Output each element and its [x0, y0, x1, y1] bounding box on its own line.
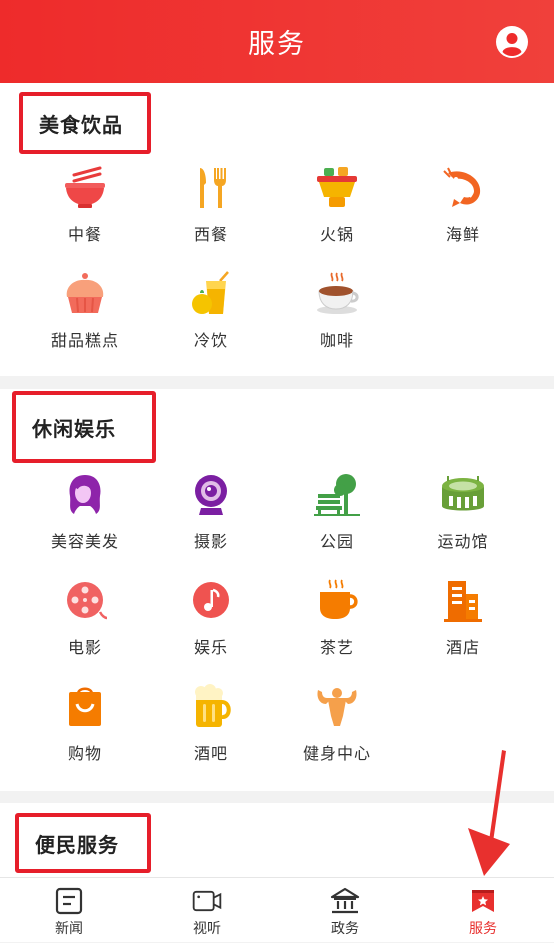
service-item-shopping[interactable]: 购物	[22, 684, 148, 764]
section-title-leisure: 休闲娱乐	[12, 391, 156, 463]
service-item-coffee[interactable]: 咖啡	[274, 271, 400, 351]
section-title-food: 美食饮品	[19, 92, 151, 154]
service-item-hotpot[interactable]: 火锅	[274, 165, 400, 245]
tea-cup-icon	[320, 579, 358, 619]
tab-label: 视听	[193, 921, 221, 937]
shopping-bag-icon	[69, 687, 101, 726]
item-label: 中餐	[67, 225, 102, 244]
film-reel-icon	[67, 582, 108, 620]
shrimp-icon	[443, 167, 481, 207]
tab-label: 服务	[469, 921, 497, 937]
civic-services-section: 便民服务	[0, 803, 554, 877]
tab-video[interactable]: 视听	[138, 878, 276, 943]
muscle-man-icon	[317, 688, 357, 726]
hotel-icon	[444, 581, 482, 622]
cupcake-icon	[66, 273, 104, 313]
coffee-cup-icon	[317, 272, 359, 314]
tab-services[interactable]: 服务	[414, 878, 552, 943]
service-item-sports-venue[interactable]: 运动馆	[400, 472, 526, 552]
camera-icon	[195, 475, 227, 515]
juice-icon	[192, 271, 229, 314]
tab-news[interactable]: 新闻	[0, 878, 138, 943]
stadium-icon	[442, 476, 484, 511]
service-item-western-food[interactable]: 西餐	[148, 165, 274, 245]
beer-mug-icon	[195, 684, 231, 727]
item-label: 火锅	[319, 225, 354, 244]
item-label: 公园	[319, 532, 354, 551]
music-note-icon	[193, 582, 229, 618]
service-item-entertainment[interactable]: 娱乐	[148, 578, 274, 658]
service-item-hotel[interactable]: 酒店	[400, 578, 526, 658]
bottom-tab-bar: 新闻 视听 政务 服务	[0, 877, 554, 942]
top-bar: 服务	[0, 0, 554, 83]
item-label: 运动馆	[437, 532, 489, 551]
item-label: 酒吧	[193, 744, 228, 763]
section-title-civic: 便民服务	[15, 813, 151, 873]
page-title: 服务	[248, 29, 306, 60]
item-label: 电影	[67, 638, 102, 657]
tab-label: 政务	[331, 921, 359, 937]
service-item-bar[interactable]: 酒吧	[148, 684, 274, 764]
fork-knife-icon	[200, 168, 226, 208]
video-icon	[192, 890, 222, 912]
service-item-beauty-salon[interactable]: 美容美发	[22, 472, 148, 552]
tab-label: 新闻	[55, 921, 83, 937]
leisure-section: 休闲娱乐 美容美发 摄影 公园 运动馆 电影 娱乐 茶艺 酒店 购物 酒吧 健身…	[0, 389, 554, 791]
item-label: 西餐	[193, 225, 228, 244]
item-label: 健身中心	[302, 744, 371, 763]
food-drink-section: 美食饮品 中餐 西餐 火锅 海鲜 甜品糕点 冷饮 咖啡	[0, 83, 554, 376]
service-item-fitness-center[interactable]: 健身中心	[274, 684, 400, 764]
hair-salon-icon	[69, 475, 101, 514]
item-label: 茶艺	[319, 638, 354, 657]
item-label: 美容美发	[50, 532, 119, 551]
service-item-movie[interactable]: 电影	[22, 578, 148, 658]
item-label: 冷饮	[193, 331, 228, 350]
park-bench-icon	[314, 474, 360, 516]
government-icon	[330, 887, 360, 914]
item-label: 咖啡	[319, 331, 354, 350]
noodle-bowl-icon	[65, 166, 105, 208]
service-item-seafood[interactable]: 海鲜	[400, 165, 526, 245]
service-item-dessert[interactable]: 甜品糕点	[22, 271, 148, 351]
service-item-tea-art[interactable]: 茶艺	[274, 578, 400, 658]
item-label: 甜品糕点	[50, 331, 119, 350]
hotpot-icon	[317, 167, 357, 207]
news-icon	[55, 887, 83, 915]
service-item-chinese-food[interactable]: 中餐	[22, 165, 148, 245]
item-label: 海鲜	[445, 225, 480, 244]
item-label: 摄影	[193, 532, 228, 551]
tab-government[interactable]: 政务	[276, 878, 414, 943]
service-flag-icon	[472, 890, 494, 912]
item-label: 酒店	[445, 638, 480, 657]
service-item-park[interactable]: 公园	[274, 472, 400, 552]
user-circle-icon[interactable]	[496, 26, 528, 58]
service-item-cold-drinks[interactable]: 冷饮	[148, 271, 274, 351]
item-label: 购物	[67, 744, 102, 763]
service-item-photography[interactable]: 摄影	[148, 472, 274, 552]
item-label: 娱乐	[193, 638, 228, 657]
